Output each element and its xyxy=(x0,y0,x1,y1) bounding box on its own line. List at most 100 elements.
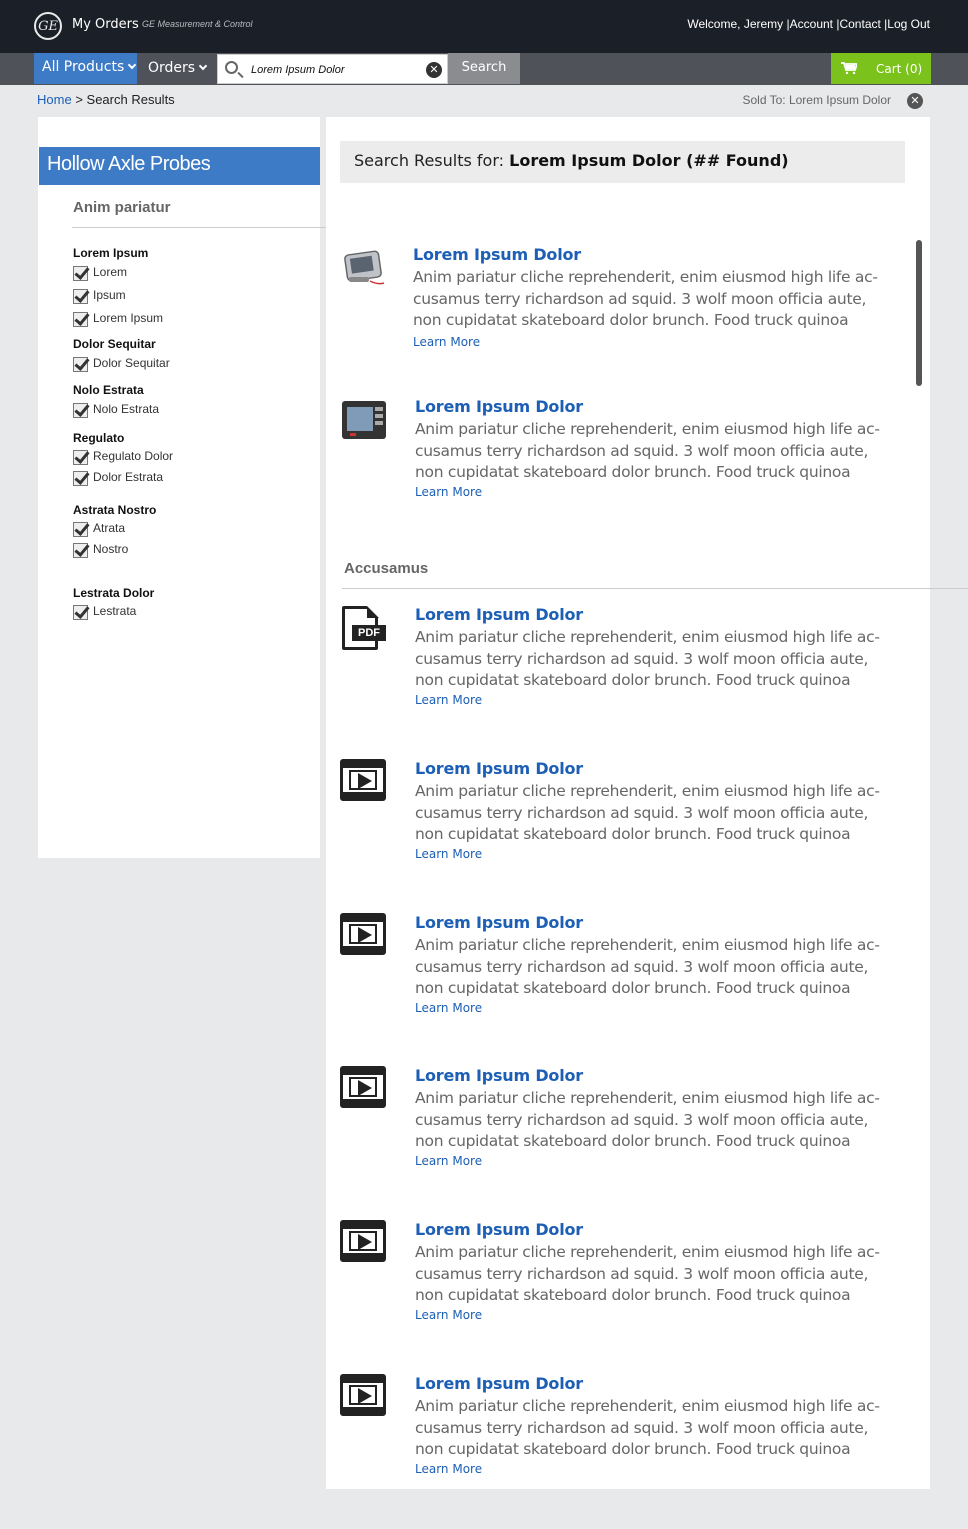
results-query: Lorem Ipsum Dolor (## Found) xyxy=(509,151,789,170)
learn-more-link[interactable]: Learn More xyxy=(415,1462,482,1476)
section-heading: Accusamus xyxy=(344,560,429,577)
nav-bar: All Products Orders ✕ Search Cart (0) xyxy=(0,53,968,85)
logout-link[interactable]: Log Out xyxy=(887,17,930,31)
filter-label: Atrata xyxy=(93,521,126,535)
cart-icon xyxy=(841,62,857,74)
filter-label: Lorem xyxy=(93,265,128,279)
result-description: Anim pariatur cliche reprehenderit, enim… xyxy=(413,268,878,329)
breadcrumb-current: Search Results xyxy=(86,92,175,107)
clear-search-icon[interactable]: ✕ xyxy=(426,62,442,78)
video-icon xyxy=(340,1066,386,1108)
checkbox-checked-icon[interactable] xyxy=(73,289,88,304)
result-title-link[interactable]: Lorem Ipsum Dolor xyxy=(413,245,581,264)
breadcrumb-separator: > xyxy=(75,92,83,107)
user-links: Welcome, Jeremy |Account |Contact |Log O… xyxy=(687,17,930,31)
result-title-link[interactable]: Lorem Ipsum Dolor xyxy=(415,397,583,416)
filter-group-title: Lestrata Dolor xyxy=(73,586,155,600)
welcome-text: Welcome, Jeremy xyxy=(687,17,784,31)
results-header: Search Results for: Lorem Ipsum Dolor (#… xyxy=(340,141,905,183)
result-description: Anim pariatur cliche reprehenderit, enim… xyxy=(415,1397,880,1458)
learn-more-link[interactable]: Learn More xyxy=(413,335,480,349)
result-item: Lorem Ipsum Dolor Anim pariatur cliche r… xyxy=(340,913,920,1015)
category-title: Hollow Axle Probes xyxy=(39,147,320,185)
result-description: Anim pariatur cliche reprehenderit, enim… xyxy=(415,1243,880,1304)
video-icon xyxy=(340,1220,386,1262)
filter-group-title: Astrata Nostro xyxy=(73,503,157,517)
breadcrumb: Home > Search Results xyxy=(37,92,175,107)
result-title-link[interactable]: Lorem Ipsum Dolor xyxy=(415,605,583,624)
result-title-link[interactable]: Lorem Ipsum Dolor xyxy=(415,759,583,778)
sold-to-label: Sold To: Lorem Ipsum Dolor xyxy=(742,93,891,107)
filter-heading: Anim pariatur xyxy=(73,199,171,216)
search-box: ✕ xyxy=(217,54,448,84)
result-description: Anim pariatur cliche reprehenderit, enim… xyxy=(415,1089,880,1150)
divider xyxy=(342,588,968,589)
filter-label: Ipsum xyxy=(93,288,126,302)
learn-more-link[interactable]: Learn More xyxy=(415,847,482,861)
video-icon xyxy=(340,913,386,955)
checkbox-checked-icon[interactable] xyxy=(73,266,88,281)
close-icon[interactable]: ✕ xyxy=(907,93,923,109)
search-button[interactable]: Search xyxy=(448,53,520,84)
checkbox-checked-icon[interactable] xyxy=(73,450,88,465)
result-title-link[interactable]: Lorem Ipsum Dolor xyxy=(415,1374,583,1393)
result-description: Anim pariatur cliche reprehenderit, enim… xyxy=(415,628,880,689)
contact-link[interactable]: Contact xyxy=(839,17,880,31)
result-description: Anim pariatur cliche reprehenderit, enim… xyxy=(415,420,880,481)
learn-more-link[interactable]: Learn More xyxy=(415,693,482,707)
result-item: Lorem Ipsum Dolor Anim pariatur cliche r… xyxy=(340,1066,920,1168)
checkbox-checked-icon[interactable] xyxy=(73,605,88,620)
learn-more-link[interactable]: Learn More xyxy=(415,1308,482,1322)
ge-logo[interactable]: GE xyxy=(34,12,62,40)
result-description: Anim pariatur cliche reprehenderit, enim… xyxy=(415,782,880,843)
cart-button[interactable]: Cart (0) xyxy=(831,53,931,84)
result-title-link[interactable]: Lorem Ipsum Dolor xyxy=(415,1066,583,1085)
app-subtitle: GE Measurement & Control xyxy=(142,19,253,29)
checkbox-checked-icon[interactable] xyxy=(73,543,88,558)
filter-label: Dolor Estrata xyxy=(93,470,164,484)
chevron-down-icon xyxy=(198,61,208,71)
filter-label: Dolor Sequitar xyxy=(93,356,170,370)
search-icon xyxy=(225,61,238,74)
account-link[interactable]: Account xyxy=(790,17,833,31)
orders-label: Orders xyxy=(148,60,196,76)
device-photo-icon xyxy=(344,250,385,285)
filter-label: Nostro xyxy=(93,542,129,556)
chevron-down-icon xyxy=(128,60,137,70)
search-input[interactable] xyxy=(251,61,423,79)
result-item: Lorem Ipsum Dolor Anim pariatur cliche r… xyxy=(340,759,920,861)
result-title-link[interactable]: Lorem Ipsum Dolor xyxy=(415,913,583,932)
result-title-link[interactable]: Lorem Ipsum Dolor xyxy=(415,1220,583,1239)
filter-group-title: Nolo Estrata xyxy=(73,383,144,397)
pdf-badge: PDF xyxy=(352,625,386,641)
scrollbar[interactable] xyxy=(916,240,922,386)
filter-sidebar: Hollow Axle Probes Anim pariatur Lorem I… xyxy=(38,117,904,858)
app-title: My Orders xyxy=(72,17,139,32)
orders-dropdown[interactable]: Orders xyxy=(139,53,215,84)
filter-label: Lorem Ipsum xyxy=(93,311,164,325)
breadcrumb-home[interactable]: Home xyxy=(37,92,72,107)
all-products-label: All Products xyxy=(42,59,125,75)
result-item: Lorem Ipsum Dolor Anim pariatur cliche r… xyxy=(340,1374,920,1476)
filter-group-title: Dolor Sequitar xyxy=(73,337,156,351)
filter-label: Lestrata xyxy=(93,604,137,618)
checkbox-checked-icon[interactable] xyxy=(73,522,88,537)
results-panel: Search Results for: Lorem Ipsum Dolor (#… xyxy=(326,117,968,1489)
all-products-dropdown[interactable]: All Products xyxy=(34,53,137,84)
checkbox-checked-icon[interactable] xyxy=(73,403,88,418)
video-icon xyxy=(340,1374,386,1416)
filter-group-title: Lorem Ipsum xyxy=(73,246,149,260)
cart-label: Cart (0) xyxy=(876,62,923,76)
top-header: GE My Orders GE Measurement & Control We… xyxy=(0,0,968,53)
checkbox-checked-icon[interactable] xyxy=(73,312,88,327)
result-description: Anim pariatur cliche reprehenderit, enim… xyxy=(415,936,880,997)
learn-more-link[interactable]: Learn More xyxy=(415,1154,482,1168)
result-item: Lorem Ipsum Dolor Anim pariatur cliche r… xyxy=(340,1220,920,1322)
filter-label: Nolo Estrata xyxy=(93,402,160,416)
results-prefix: Search Results for: xyxy=(354,151,505,170)
learn-more-link[interactable]: Learn More xyxy=(415,1001,482,1015)
learn-more-link[interactable]: Learn More xyxy=(415,485,482,499)
checkbox-checked-icon[interactable] xyxy=(73,471,88,486)
checkbox-checked-icon[interactable] xyxy=(73,357,88,372)
device-photo-icon xyxy=(342,401,386,439)
